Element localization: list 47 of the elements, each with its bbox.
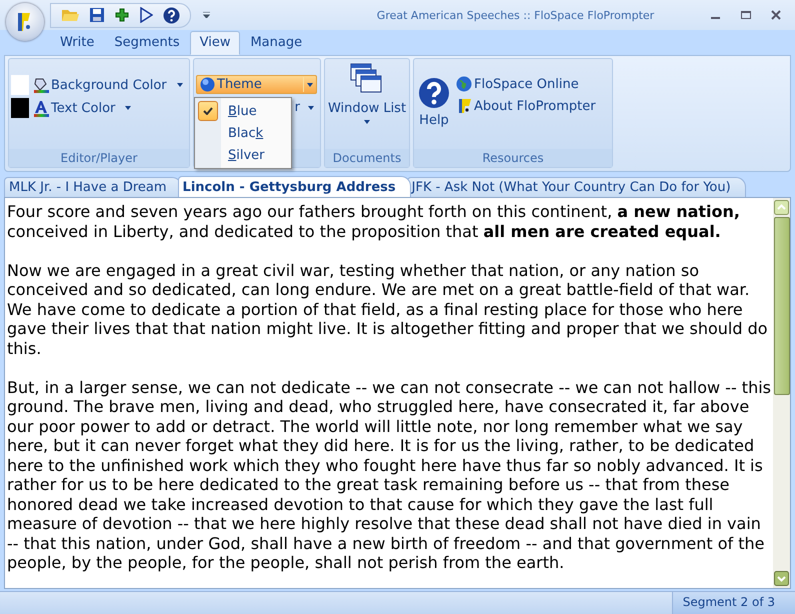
group-label: Resources bbox=[414, 149, 612, 167]
app-menu-button[interactable] bbox=[6, 3, 44, 41]
segment-status: Segment 2 of 3 bbox=[672, 592, 795, 614]
document-tab[interactable]: JFK - Ask Not (What Your Country Can Do for You) bbox=[406, 177, 746, 197]
speech-paragraph: But, in a larger sense, we can not dedicate -- we can not consecrate -- we can not hallow -- this ground. The brave men, living and dead, who struggled here, have consecrated it, far above our poor power to add or detract. The world will little note, nor long remember what we say here, but it can never forget what they did here. It is for us the living, rather, to be dedicated here to the unfinished work which they who fought here have thus far so nobly advanced. It is rather for us to be here dedicated to the great task remaining before us -- that from these honored dead we take increased devotion to that cause for which they gave the last full measure of devotion -- that we here highly resolve that these dead shall not have died in vain -- that this nation, under God, shall have a new birth of freedom -- and that government of the people, by the people, for the people, shall not perish from the earth. bbox=[7, 378, 771, 572]
flospace-online-link[interactable]: FloSpace Online bbox=[454, 75, 598, 93]
window-list-button[interactable]: Window List bbox=[326, 63, 408, 145]
help-icon[interactable] bbox=[163, 6, 180, 24]
document-tab[interactable]: Lincoln - Gettysburg Address bbox=[178, 176, 411, 197]
menu-item[interactable]: Silver bbox=[195, 144, 291, 166]
caret-icon bbox=[364, 120, 370, 124]
group-label: Editor/Player bbox=[9, 149, 189, 167]
scroll-down-icon[interactable] bbox=[774, 571, 789, 586]
font-color-icon bbox=[33, 100, 49, 116]
theme-dropdown-button[interactable]: Theme bbox=[196, 75, 317, 94]
customize-caret-icon[interactable] bbox=[203, 12, 210, 18]
button-label: r bbox=[294, 100, 300, 115]
ribbon-tab[interactable]: Write bbox=[50, 31, 104, 55]
plus-icon[interactable] bbox=[115, 8, 129, 22]
caret-icon bbox=[307, 82, 313, 86]
speech-paragraph: Now we are engaged in a great civil war, testing whether that nation, or any nation so conceived and so dedicated, can long endure. We are met on a great battle-field of that war. We have come to dedicate a portion of that field, as a final resting place for those who here gave their lives that that nation might live. It is altogether fitting and proper that we should do this. bbox=[7, 260, 769, 358]
speech-paragraph: Four score and seven years ago our fathers brought forth on this continent, a new nation, conceived in Liberty, and dedicated to the proposition that all men are created equal. bbox=[7, 202, 741, 241]
help-icon bbox=[418, 77, 450, 109]
menu-item[interactable]: Black bbox=[195, 122, 291, 144]
scrollbar-thumb[interactable] bbox=[774, 217, 790, 395]
caret-icon bbox=[176, 83, 183, 87]
menu-item[interactable]: Blue bbox=[195, 100, 291, 122]
globe-icon bbox=[200, 77, 215, 92]
close-icon[interactable] bbox=[771, 10, 781, 20]
ribbon-tab[interactable]: Manage bbox=[240, 31, 312, 55]
background-color-button[interactable]: Background Color bbox=[31, 76, 185, 94]
scroll-up-icon[interactable] bbox=[774, 200, 789, 215]
app-logo-icon bbox=[456, 98, 472, 114]
globe-icon bbox=[456, 76, 472, 92]
play-icon[interactable] bbox=[139, 7, 153, 23]
ribbon-tab[interactable]: View bbox=[190, 31, 240, 55]
caret-icon bbox=[125, 106, 132, 110]
text-color-button[interactable]: Text Color bbox=[31, 98, 134, 118]
help-button[interactable]: Help bbox=[416, 75, 452, 128]
caret-icon bbox=[308, 106, 314, 110]
group-label: Documents bbox=[325, 149, 409, 167]
save-icon[interactable] bbox=[89, 7, 105, 23]
maximize-icon[interactable] bbox=[741, 10, 751, 20]
about-button[interactable]: About FloPrompter bbox=[454, 97, 598, 115]
ribbon-tab[interactable]: Segments bbox=[104, 31, 190, 55]
vertical-scrollbar[interactable] bbox=[773, 198, 790, 588]
window-title: Great American Speeches :: FloSpace FloPrompter bbox=[376, 8, 656, 22]
